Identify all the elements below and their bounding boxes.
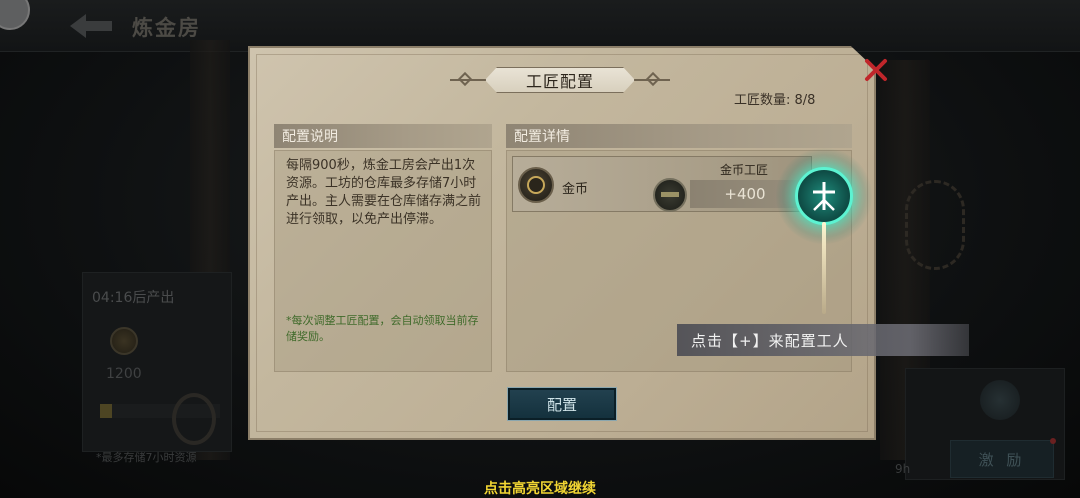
storage-progress-fill (100, 404, 112, 418)
back-arrow-icon[interactable] (70, 12, 114, 40)
dialog-title: 工匠配置 (485, 67, 635, 93)
continue-hint[interactable]: 点击高亮区域继续 (0, 478, 1080, 498)
config-description-header: 配置说明 (274, 124, 492, 148)
coin-inner-icon (527, 176, 545, 194)
config-description-text: 每隔900秒，炼金工房会产出1次资源。工坊的仓库最多存储7小时产出。主人需要在仓… (286, 158, 482, 227)
guide-beam (822, 222, 826, 314)
config-details-header: 配置详情 (506, 124, 852, 148)
worker-tool-icon (661, 192, 679, 197)
tutorial-tip: 点击【+】来配置工人 (677, 324, 969, 356)
config-button[interactable]: 配置 (507, 387, 617, 421)
config-note: *每次调整工匠配置，会自动领取当前存储奖励。 (286, 314, 479, 343)
add-worker-button[interactable] (795, 167, 853, 225)
plus-icon (813, 182, 835, 211)
notification-dot (1050, 438, 1056, 444)
resource-name: 金币 (562, 182, 589, 197)
close-icon[interactable] (862, 56, 890, 84)
worker-count: 工匠数量: 8/8 (734, 93, 816, 108)
ring-decoration (172, 393, 216, 445)
rope-decoration (905, 180, 965, 270)
reward-time: 9h (895, 462, 911, 476)
page-title: 炼金房 (132, 15, 201, 40)
treasure-bag-icon (980, 380, 1020, 420)
reward-button[interactable]: 激 励 (950, 440, 1054, 478)
stored-amount: 1200 (106, 366, 142, 382)
production-timer: 04:16后产出 (92, 290, 175, 306)
coin-icon (110, 327, 138, 355)
worker-type-label: 金币工匠 (720, 163, 769, 177)
storage-note: *最多存储7小时资源 (96, 451, 197, 464)
